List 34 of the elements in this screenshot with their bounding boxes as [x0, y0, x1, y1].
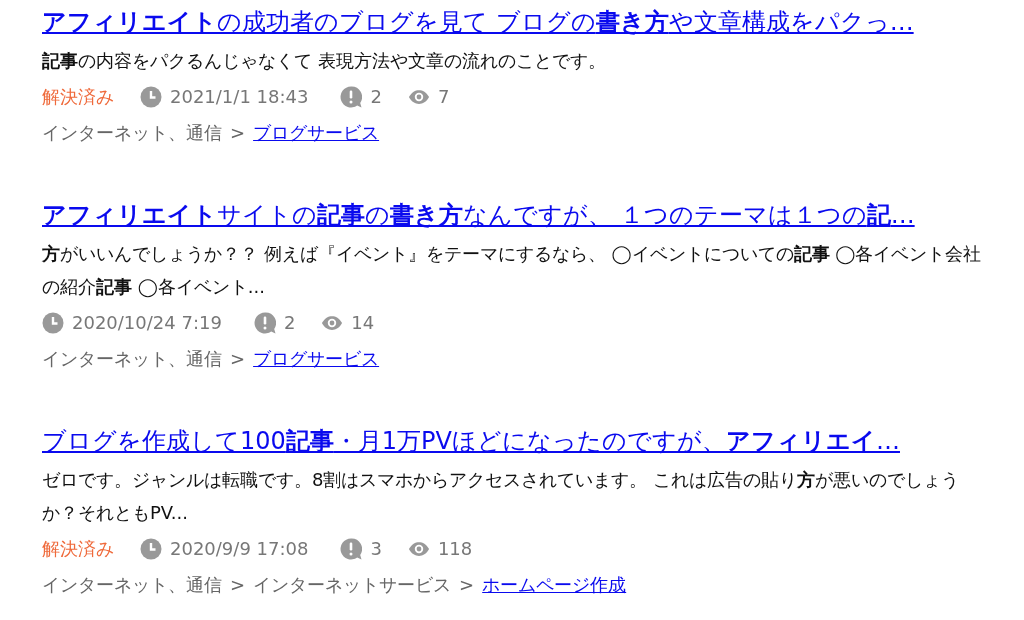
- post-date: 2020/9/9 17:08: [170, 537, 309, 561]
- answer-count: 2: [283, 311, 296, 335]
- clock-icon: [42, 312, 64, 334]
- answer-count: 2: [370, 85, 382, 109]
- clock-icon: [140, 538, 162, 560]
- resolved-status: 解決済み: [42, 85, 114, 109]
- breadcrumb-category: インターネット、通信: [42, 347, 222, 371]
- breadcrumb-category: インターネットサービス: [253, 573, 452, 597]
- view-count: 14: [351, 311, 375, 335]
- post-date: 2020/10/24 7:19: [72, 311, 222, 335]
- speech-bubble-icon: [253, 312, 276, 334]
- view-count: 118: [437, 537, 473, 561]
- breadcrumb-category: インターネット、通信: [42, 121, 222, 145]
- question-snippet: 方がいいんでしょうか？？ 例えば『イベント』をテーマにするなら、 ◯イベントについての記事 ◯各イベント会社の紹介記事 ◯各イベント...: [42, 242, 983, 300]
- answer-count: 3: [370, 537, 382, 561]
- category-link[interactable]: ブログサービス: [253, 341, 380, 377]
- breadcrumb-separator: >: [230, 121, 246, 145]
- view-count: 7: [437, 85, 450, 109]
- resolved-status: 解決済み: [42, 537, 114, 561]
- question-title-link[interactable]: アフィリエイトの成功者のブログを見て ブログの書き方や文章構成をパクっ…: [42, 4, 914, 40]
- category-link[interactable]: ブログサービス: [253, 115, 380, 151]
- breadcrumb-separator: >: [230, 347, 246, 371]
- speech-bubble-icon: [340, 86, 363, 108]
- post-date: 2021/1/1 18:43: [170, 85, 309, 109]
- category-link[interactable]: ホームページ作成: [482, 567, 627, 603]
- question-title-link[interactable]: アフィリエイトサイトの記事の書き方なんですが、 １つのテーマは１つの記…: [42, 197, 915, 233]
- speech-bubble-icon: [340, 538, 363, 560]
- breadcrumb-separator: >: [459, 573, 475, 597]
- question-title-link[interactable]: ブログを作成して100記事・月1万PVほどになったのですが、アフィリエイ…: [42, 423, 900, 459]
- question-snippet: 記事の内容をパクるんじゃなくて 表現方法や文章の流れのことです。: [42, 49, 607, 73]
- clock-icon: [140, 86, 162, 108]
- breadcrumb-category: インターネット、通信: [42, 573, 222, 597]
- breadcrumb-separator: >: [230, 573, 246, 597]
- question-snippet: ゼロです。ジャンルは転職です。8割はスマホからアクセスされています。 これは広告の貼り方が悪いのでしょうか？それともPV...: [42, 468, 961, 525]
